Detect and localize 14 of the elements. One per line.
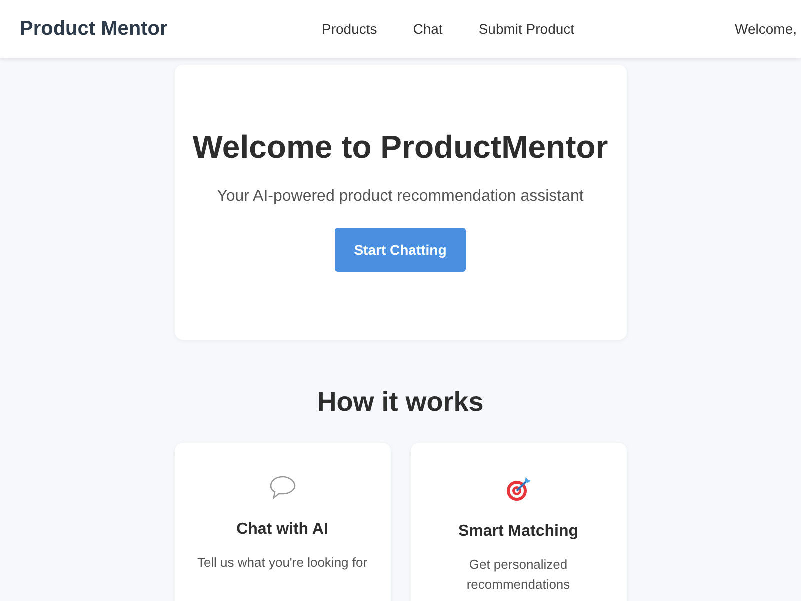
feature-description: Tell us what you're looking for xyxy=(196,554,369,572)
speech-bubble-icon xyxy=(268,475,296,501)
nav-link[interactable]: Submit Product xyxy=(478,21,575,37)
nav-link[interactable]: Chat xyxy=(413,21,443,37)
feature-description: Get personalized recommendations xyxy=(466,556,572,594)
brand-logo[interactable]: Product Mentor xyxy=(20,18,322,40)
feature-title: Chat with AI xyxy=(236,521,328,539)
hero-title: Welcome to ProductMentor xyxy=(192,129,608,166)
feature-title: Smart Matching xyxy=(458,523,578,541)
hero-subtitle: Your AI-powered product recommendation assistant xyxy=(217,188,584,206)
welcome-text: Welcome, xyxy=(735,21,798,37)
nav-link[interactable]: Products xyxy=(322,21,378,37)
section-title: How it works xyxy=(317,387,484,418)
target-icon xyxy=(504,475,532,503)
